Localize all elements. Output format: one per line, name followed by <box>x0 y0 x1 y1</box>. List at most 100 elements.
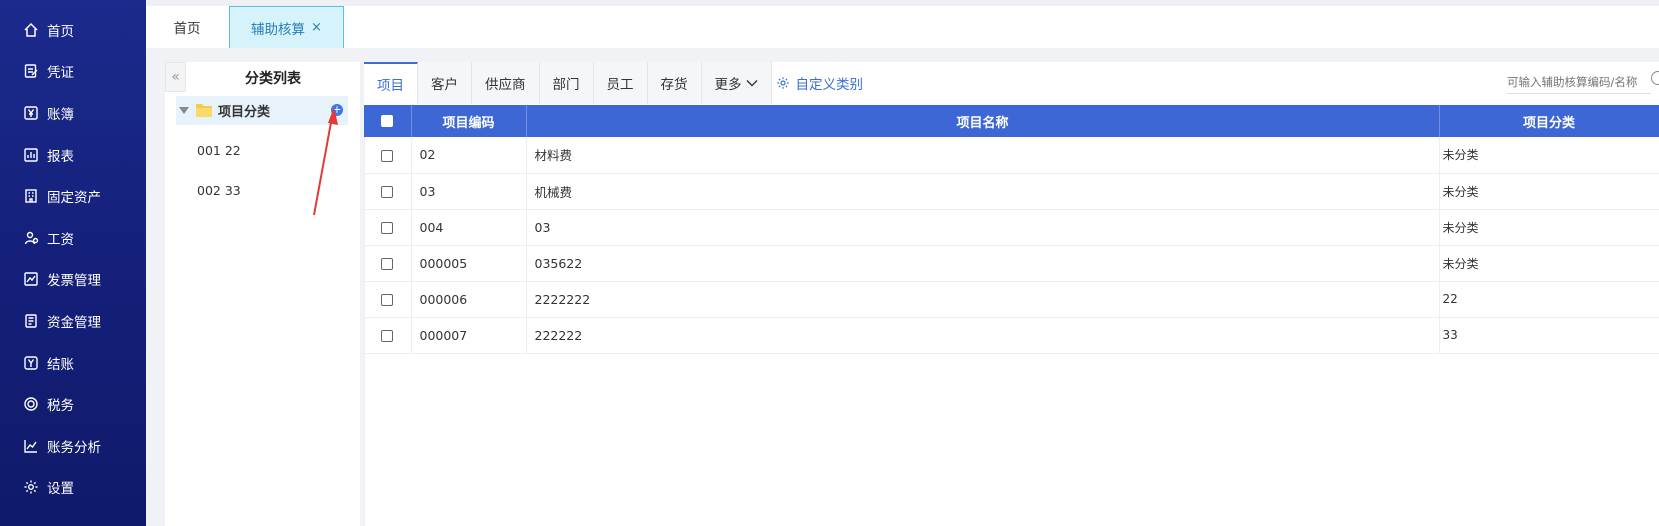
search-icon[interactable] <box>1651 71 1659 85</box>
select-all-checkbox[interactable] <box>381 115 394 127</box>
sidebar: 首页 凭证 账簿 报表 固定资产 工资 发票管理 资金管理 结账 税务 账务分析 <box>0 0 146 526</box>
table-row[interactable]: 000005 035622 未分类 <box>364 245 1659 282</box>
collapse-panel-button[interactable]: « <box>165 62 186 92</box>
sidebar-item-label: 设置 <box>47 481 74 498</box>
row-select-cell <box>364 281 412 318</box>
table-row[interactable]: 03 机械费 未分类 <box>364 173 1659 210</box>
sidebar-item-analysis[interactable]: 账务分析 <box>0 425 146 467</box>
sidebar-item-invoice[interactable]: 发票管理 <box>0 259 146 301</box>
sidebar-item-label: 固定资产 <box>47 190 101 207</box>
sidebar-item-voucher[interactable]: 凭证 <box>0 51 146 93</box>
column-header-name[interactable]: 项目名称 <box>526 105 1440 137</box>
cell-name: 035622 <box>526 245 1440 282</box>
row-select-cell <box>364 317 412 354</box>
chevron-down-icon <box>746 80 757 87</box>
tab-customer[interactable]: 客户 <box>418 62 472 104</box>
tab-more-label: 更多 <box>714 77 742 93</box>
cell-code: 02 <box>411 137 527 174</box>
column-header-code[interactable]: 项目编码 <box>411 105 527 137</box>
cell-name: 03 <box>526 209 1440 246</box>
table-header-row: 项目编码 项目名称 项目分类 <box>364 105 1659 137</box>
tab-department[interactable]: 部门 <box>539 62 594 104</box>
category-root-label: 项目分类 <box>218 105 271 120</box>
row-select-cell <box>364 245 412 282</box>
voucher-icon <box>23 63 39 79</box>
row-checkbox[interactable] <box>381 294 394 306</box>
category-tree-root[interactable]: 项目分类 + <box>176 96 348 125</box>
row-select-cell <box>364 209 412 246</box>
close-icon[interactable]: × <box>311 20 322 35</box>
category-panel: « 分类列表 项目分类 + 001 22 002 33 <box>165 62 360 526</box>
cell-code: 000007 <box>411 317 527 354</box>
expand-triangle-icon[interactable] <box>179 107 189 114</box>
cell-category: 未分类 <box>1439 209 1659 246</box>
cell-code: 000005 <box>411 245 527 282</box>
cell-category: 22 <box>1439 281 1659 318</box>
tab-employee[interactable]: 员工 <box>593 62 648 104</box>
sidebar-item-fixed-assets[interactable]: 固定资产 <box>0 175 146 217</box>
tab-project[interactable]: 项目 <box>364 62 418 104</box>
cell-category: 未分类 <box>1439 173 1659 210</box>
sidebar-item-salary[interactable]: 工资 <box>0 217 146 259</box>
sidebar-item-label: 税务 <box>47 398 74 415</box>
tab-home[interactable]: 首页 <box>146 6 228 48</box>
funds-icon <box>23 313 39 329</box>
sidebar-item-closing[interactable]: 结账 <box>0 342 146 384</box>
row-checkbox[interactable] <box>381 149 394 162</box>
row-checkbox[interactable] <box>381 222 394 234</box>
category-tree-item[interactable]: 001 22 <box>197 143 241 158</box>
sidebar-item-label: 工资 <box>47 231 74 248</box>
tab-inventory[interactable]: 存货 <box>647 62 702 104</box>
sidebar-item-label: 账务分析 <box>47 439 101 456</box>
cell-name: 222222 <box>526 317 1440 354</box>
sidebar-item-ledger[interactable]: 账簿 <box>0 92 146 134</box>
add-category-icon[interactable]: + <box>331 104 343 116</box>
salary-icon <box>23 230 39 246</box>
folder-icon <box>196 104 212 117</box>
table-row[interactable]: 000007 222222 33 <box>364 317 1659 354</box>
row-checkbox[interactable] <box>381 186 394 198</box>
category-type-tabs: 项目 客户 供应商 部门 员工 存货 更多 自定义类别 <box>364 62 863 104</box>
tab-more[interactable]: 更多 <box>701 62 772 104</box>
tab-label: 辅助核算 <box>251 21 306 38</box>
sidebar-item-funds[interactable]: 资金管理 <box>0 300 146 342</box>
closing-icon <box>23 355 39 371</box>
select-all-cell <box>364 105 412 137</box>
row-checkbox[interactable] <box>381 330 394 342</box>
tax-icon <box>23 396 39 412</box>
custom-category-button[interactable]: 自定义类别 <box>772 62 864 104</box>
category-tree-item[interactable]: 002 33 <box>197 183 241 198</box>
custom-category-label: 自定义类别 <box>795 77 864 93</box>
tab-supplier[interactable]: 供应商 <box>472 62 540 104</box>
cell-name: 2222222 <box>526 281 1440 318</box>
main-panel: 项目 客户 供应商 部门 员工 存货 更多 自定义类别 项目编码 项目名称 <box>364 62 1659 526</box>
sidebar-item-home[interactable]: 首页 <box>0 9 146 51</box>
table-row[interactable]: 000006 2222222 22 <box>364 281 1659 318</box>
table-row[interactable]: 02 材料费 未分类 <box>364 137 1659 174</box>
sidebar-item-label: 结账 <box>47 356 74 373</box>
sidebar-item-settings[interactable]: 设置 <box>0 467 146 509</box>
tab-auxiliary-accounting[interactable]: 辅助核算 × <box>229 6 344 48</box>
sidebar-item-tax[interactable]: 税务 <box>0 383 146 425</box>
sidebar-item-label: 账簿 <box>47 106 74 123</box>
row-checkbox[interactable] <box>381 258 394 270</box>
gear-icon <box>776 77 789 89</box>
sidebar-item-label: 资金管理 <box>47 314 101 331</box>
chart-icon <box>23 438 39 454</box>
home-icon <box>23 22 39 38</box>
search-input[interactable] <box>1507 70 1651 94</box>
auxiliary-items-table: 项目编码 项目名称 项目分类 02 材料费 未分类 03 机械费 未分类 004 <box>364 105 1659 354</box>
sidebar-item-report[interactable]: 报表 <box>0 134 146 176</box>
cell-code: 004 <box>411 209 527 246</box>
report-icon <box>23 147 39 163</box>
column-header-category[interactable]: 项目分类 <box>1439 105 1659 137</box>
cell-category: 未分类 <box>1439 245 1659 282</box>
yen-icon <box>23 105 39 121</box>
table-row[interactable]: 004 03 未分类 <box>364 209 1659 246</box>
sidebar-item-label: 发票管理 <box>47 273 101 290</box>
row-select-cell <box>364 173 412 210</box>
sidebar-item-label: 报表 <box>47 148 74 165</box>
cell-code: 03 <box>411 173 527 210</box>
top-tab-bar: 首页 辅助核算 × <box>146 0 1659 48</box>
invoice-icon <box>23 271 39 287</box>
